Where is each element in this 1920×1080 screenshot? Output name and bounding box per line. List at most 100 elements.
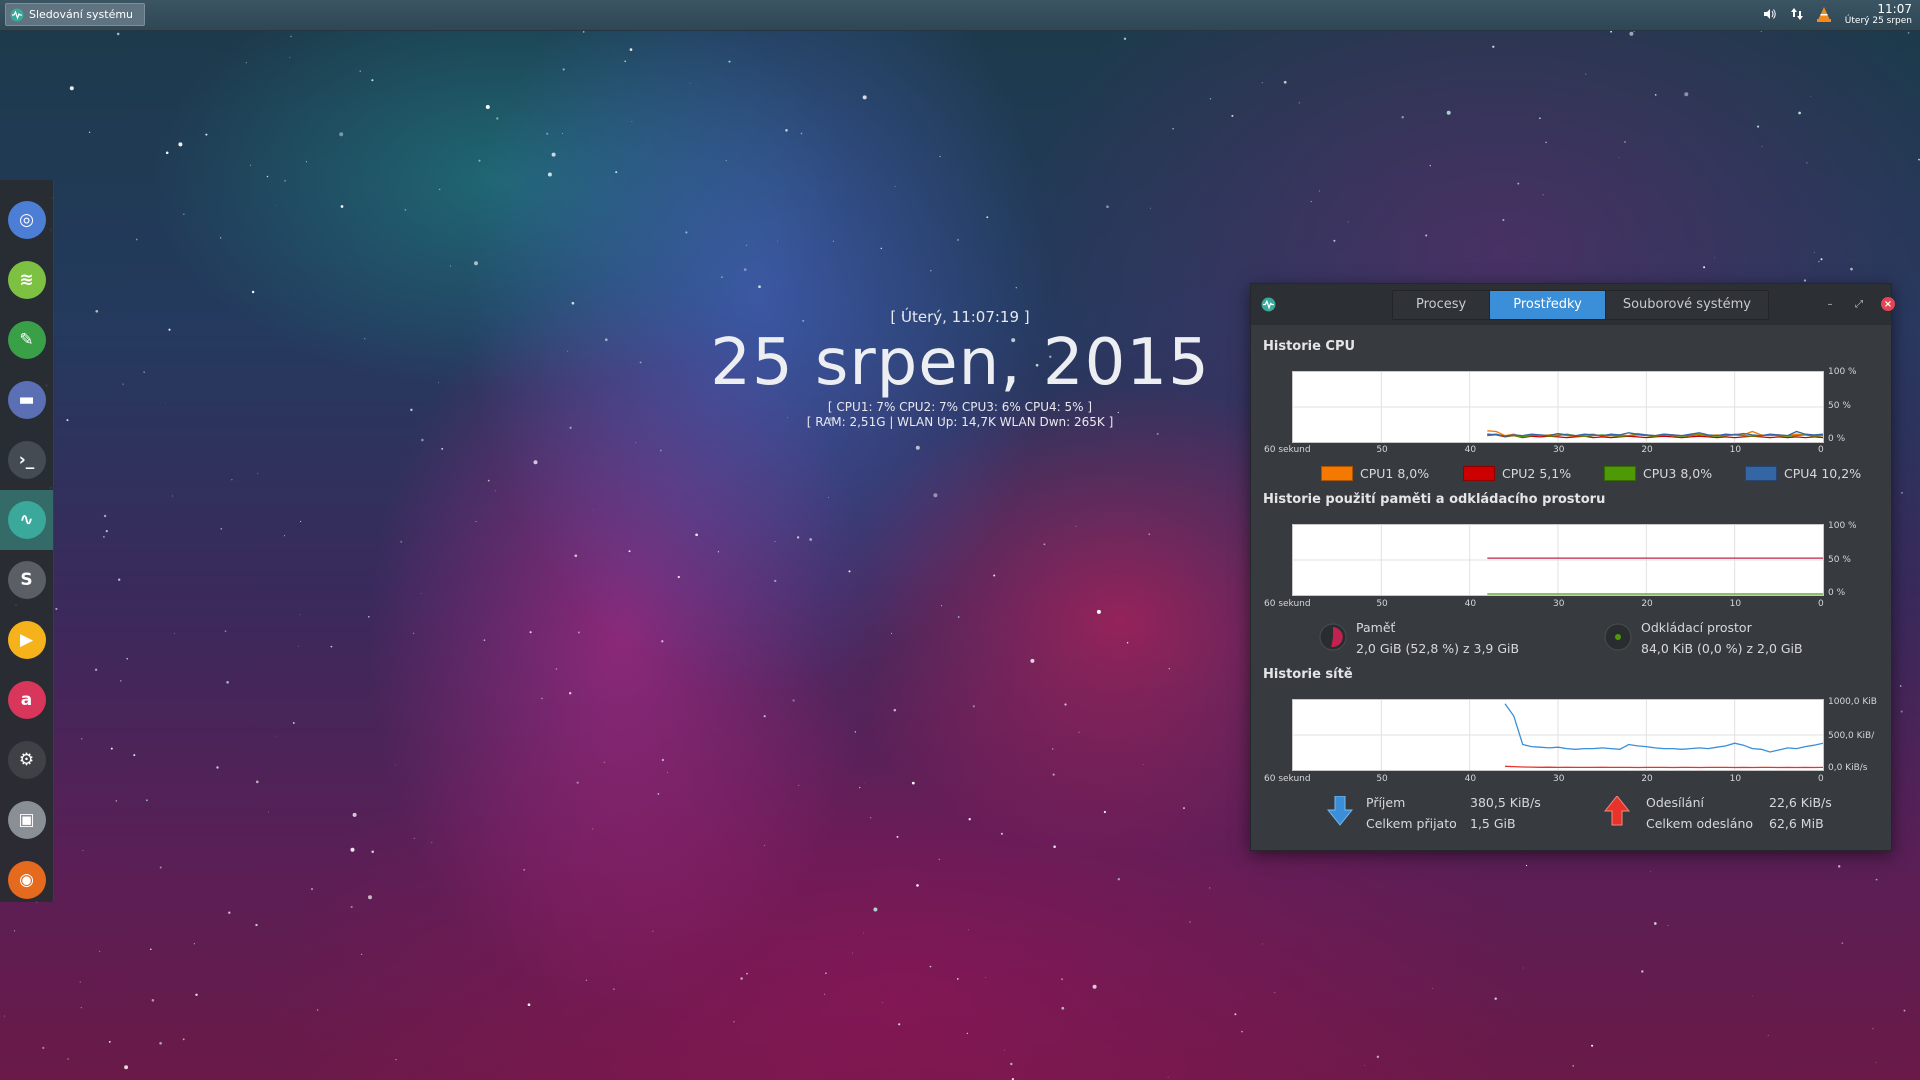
steam-icon: ⚙ (7, 741, 46, 779)
dock-item-chromium[interactable]: ◎ (0, 190, 53, 250)
files-icon: ▬ (7, 381, 46, 419)
clock-date: Úterý 25 srpen (1844, 16, 1912, 26)
system-monitor-window: Procesy Prostředky Souborové systémy – ⤢… (1250, 283, 1895, 851)
send-total-value: 62,6 MiB (1769, 816, 1824, 831)
dock-item-firefox[interactable]: ◉ (0, 850, 53, 910)
panel-clock[interactable]: 11:07 Úterý 25 srpen (1845, 3, 1912, 27)
system-monitor-icon (10, 8, 24, 21)
cpu-history-title: Historie CPU (1263, 339, 1356, 354)
download-arrow-icon[interactable] (1327, 796, 1353, 826)
conky-date: 25 srpen, 2015 (710, 326, 1210, 400)
network-x-tick: 20 (1641, 774, 1653, 784)
vlc-icon[interactable] (1816, 6, 1831, 25)
memory-x-tick: 10 (1729, 599, 1742, 609)
memory-y-label-max: 100 % (1828, 521, 1857, 531)
cpu3-color-swatch[interactable] (1604, 466, 1636, 481)
dock-item-app-red[interactable]: a (0, 670, 53, 730)
taskbar-button-label: Sledování systému (29, 8, 134, 21)
maximize-button[interactable]: ⤢ (1852, 297, 1866, 311)
memory-history-chart (1292, 524, 1824, 596)
firefox-icon: ◉ (7, 861, 46, 899)
system-monitor-icon (1261, 297, 1276, 312)
conky-widget: [ Úterý, 11:07:19 ] 25 srpen, 2015 [ CPU… (650, 308, 1270, 430)
dock-item-spotify[interactable]: ≋ (0, 250, 53, 310)
minimize-button[interactable]: – (1823, 297, 1837, 311)
dock-item-files[interactable]: ▬ (0, 370, 53, 430)
dock-item-system-monitor[interactable]: ∿ (0, 490, 53, 550)
network-y-label-mid: 500,0 KiB/ (1828, 731, 1875, 741)
cpu4-label: CPU4 (1784, 466, 1818, 481)
conky-cpu-line: [ CPU1: 7% CPU2: 7% CPU3: 6% CPU4: 5% ] (827, 400, 1093, 414)
network-x-tick: 50 (1376, 774, 1388, 784)
cpu-y-label-mid: 50 % (1828, 401, 1851, 411)
cpu-x-tick: 20 (1641, 445, 1653, 455)
network-series-1-line (1504, 703, 1823, 753)
top-panel: Sledování systému 11:07 Úterý 25 srpen (0, 0, 1920, 31)
memory-x-tick: 20 (1641, 599, 1653, 609)
receive-value: 380,5 KiB/s (1470, 795, 1541, 810)
network-x-tick: 0 (1818, 774, 1824, 784)
cpu2-value: 5,1% (1539, 466, 1572, 481)
cpu3-label: CPU3 (1643, 466, 1677, 481)
system-monitor-icon: ∿ (7, 501, 46, 539)
window-titlebar[interactable]: Procesy Prostředky Souborové systémy – ⤢… (1251, 284, 1895, 325)
evernote-icon: ✎ (7, 321, 46, 359)
send-values: 22,6 KiB/s 62,6 MiB (1769, 792, 1832, 834)
swap-label: Odkládací prostor (1641, 620, 1752, 635)
cpu4-color-swatch[interactable] (1745, 466, 1777, 481)
memory-history-title: Historie použití paměti a odkládacího pr… (1263, 492, 1606, 507)
dock-item-media-player[interactable]: ▶ (0, 610, 53, 670)
memory-pie-icon[interactable] (1318, 622, 1348, 652)
media-player-icon: ▶ (7, 621, 46, 659)
volume-icon[interactable] (1763, 8, 1777, 23)
memory-value: 2,0 GiB (52,8 %) z 3,9 GiB (1356, 641, 1520, 656)
cpu-y-label-min: 0 % (1828, 434, 1846, 444)
taskbar-button-system-monitor[interactable]: Sledování systému (5, 3, 145, 26)
swap-value: 84,0 KiB (0,0 %) z 2,0 GiB (1641, 641, 1803, 656)
memory-y-label-mid: 50 % (1828, 555, 1851, 565)
receive-label: Příjem (1366, 795, 1406, 810)
dock-item-truck-simulator[interactable]: ▣ (0, 790, 53, 850)
tab-resources[interactable]: Prostředky (1490, 291, 1606, 319)
cpu-history-chart (1292, 371, 1824, 443)
cpu1-color-swatch[interactable] (1321, 466, 1353, 481)
network-series-2-line (1504, 765, 1823, 769)
dock-item-steam[interactable]: ⚙ (0, 730, 53, 790)
send-label: Odesílání (1646, 795, 1704, 810)
swap-pie-icon[interactable] (1603, 622, 1633, 652)
tab-file-systems[interactable]: Souborové systémy (1605, 291, 1768, 319)
memory-x-tick: 30 (1553, 599, 1565, 609)
upload-arrow-icon[interactable] (1604, 796, 1630, 826)
memory-label: Paměť (1356, 620, 1396, 635)
memory-x-tick: 0 (1818, 599, 1824, 609)
network-icon[interactable] (1790, 7, 1803, 24)
receive-total-value: 1,5 GiB (1470, 816, 1516, 831)
dock: ◎ ≋ ✎ ▬ ›_ ∿ S ▶ a ⚙ ▣ ◉ (0, 180, 54, 902)
receive-labels: Příjem Celkem přijato (1366, 792, 1457, 834)
memory-x-tick: 60 sekund (1264, 599, 1311, 609)
cpu2-legend: CPU2 5,1% (1463, 466, 1571, 481)
tab-processes[interactable]: Procesy (1393, 291, 1491, 319)
memory-x-tick: 40 (1464, 599, 1477, 609)
cpu-x-tick: 0 (1818, 445, 1824, 455)
dock-item-sublime-text[interactable]: S (0, 550, 53, 610)
cpu-x-tick: 40 (1464, 445, 1477, 455)
app-red-icon: a (7, 681, 46, 719)
network-history-title: Historie sítě (1263, 667, 1353, 682)
spotify-icon: ≋ (7, 261, 46, 299)
dock-item-evernote[interactable]: ✎ (0, 310, 53, 370)
dock-item-terminal[interactable]: ›_ (0, 430, 53, 490)
chromium-icon: ◎ (7, 201, 46, 239)
cpu1-value: 8,0% (1397, 466, 1430, 481)
network-x-tick: 10 (1729, 774, 1742, 784)
network-x-tick: 40 (1464, 774, 1477, 784)
conky-mem-line: [ RAM: 2,51G | WLAN Up: 14,7K WLAN Dwn: … (806, 415, 1114, 429)
cpu2-color-swatch[interactable] (1463, 466, 1495, 481)
network-x-tick: 60 sekund (1264, 774, 1311, 784)
cpu4-legend: CPU4 10,2% (1745, 466, 1861, 481)
terminal-icon: ›_ (7, 441, 46, 479)
close-button[interactable]: × (1881, 297, 1895, 311)
cpu-x-tick: 10 (1729, 445, 1742, 455)
truck-simulator-icon: ▣ (7, 801, 46, 839)
clock-time: 11:07 (1877, 2, 1912, 16)
